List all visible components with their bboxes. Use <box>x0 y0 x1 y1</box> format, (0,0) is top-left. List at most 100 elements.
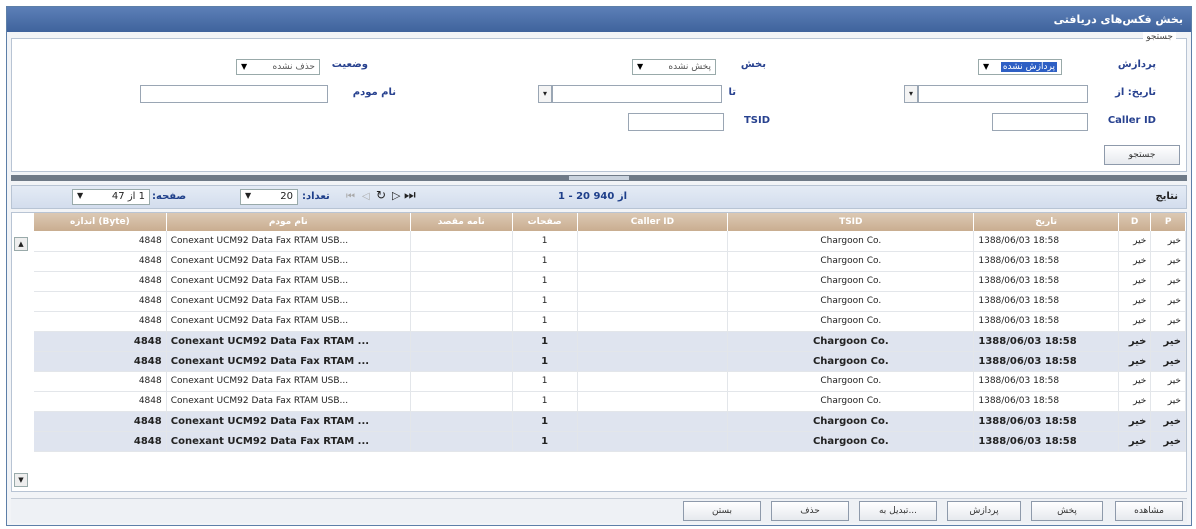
cell-callerid <box>577 391 729 412</box>
table-row[interactable]: 4848 Conexant UCM92 Data Fax RTAM ... 1 Cha… <box>34 431 1186 452</box>
delete-button[interactable]: حذف <box>771 501 849 521</box>
splitter-grip[interactable] <box>569 176 629 180</box>
view-button[interactable]: مشاهده <box>1115 501 1183 521</box>
cell-pages: 1 <box>512 431 578 452</box>
process-button[interactable]: پردازش <box>947 501 1021 521</box>
cell-callerid <box>577 311 729 332</box>
cell-callerid <box>577 231 729 252</box>
scroll-up-icon[interactable]: ▲ <box>14 237 28 251</box>
chevron-down-icon: ▼ <box>245 191 252 200</box>
table-row[interactable]: 4848 Conexant UCM92 Data Fax RTAM ... 1 Cha… <box>34 331 1186 352</box>
vertical-scrollbar[interactable]: ▲ ▼ <box>14 237 30 487</box>
callerid-input[interactable] <box>992 113 1088 131</box>
next-page-icon[interactable]: ▷ <box>392 189 400 202</box>
table-row[interactable]: 4848 Conexant UCM92 Data Fax RTAM ... 1 Cha… <box>34 411 1186 432</box>
prev-page-icon[interactable]: ◁ <box>362 191 370 202</box>
first-page-icon[interactable]: ⏮ <box>346 191 355 202</box>
cell-p: خیر <box>1150 311 1186 332</box>
last-page-icon[interactable]: ⏭ <box>404 188 416 203</box>
table-row[interactable]: 4848 Conexant UCM92 Data Fax RTAM USB... 1… <box>34 291 1186 312</box>
cell-pages: 1 <box>512 251 578 272</box>
tsid-input[interactable] <box>628 113 724 131</box>
date-from-input[interactable] <box>918 85 1088 103</box>
cell-tsid: Chargoon Co. <box>727 311 975 332</box>
cell-callerid <box>577 291 729 312</box>
page-value: 1 از 47 <box>111 191 145 202</box>
modem-input[interactable] <box>140 85 328 103</box>
cell-p: خیر <box>1150 331 1186 352</box>
col-d[interactable]: D <box>1118 213 1152 231</box>
col-modem[interactable]: نام مودم <box>166 213 411 231</box>
date-from-label: تاریخ: از <box>1115 87 1156 98</box>
cell-dest <box>410 231 513 252</box>
col-tsid[interactable]: TSID <box>727 213 975 231</box>
cell-dest <box>410 271 513 292</box>
cell-modem: Conexant UCM92 Data Fax RTAM ... <box>166 331 411 352</box>
section-label: بخش <box>740 59 766 70</box>
distribute-button[interactable]: پخش <box>1031 501 1103 521</box>
cell-tsid: Chargoon Co. <box>727 351 975 372</box>
cell-d: خیر <box>1118 231 1152 252</box>
chevron-down-icon: ▼ <box>241 62 248 71</box>
cell-size: 4848 <box>34 291 167 312</box>
cell-size: 4848 <box>34 271 167 292</box>
section-select[interactable]: پخش نشده ▼ <box>632 59 716 75</box>
date-to-picker[interactable]: ▾ <box>538 85 552 103</box>
cell-callerid <box>577 411 729 432</box>
cell-size: 4848 <box>34 371 167 392</box>
col-date[interactable]: تاریخ <box>973 213 1119 231</box>
cell-size: 4848 <box>34 231 167 252</box>
modem-label: نام مودم <box>352 87 396 98</box>
search-button[interactable]: جستجو <box>1104 145 1180 165</box>
page-select[interactable]: 1 از 47 ▼ <box>72 189 150 205</box>
cell-p: خیر <box>1150 251 1186 272</box>
refresh-icon[interactable]: ↻ <box>376 188 386 202</box>
col-p[interactable]: P <box>1150 213 1186 231</box>
table-row[interactable]: 4848 Conexant UCM92 Data Fax RTAM USB... 1… <box>34 311 1186 332</box>
convert-button[interactable]: تبدیل به... <box>859 501 937 521</box>
date-from-picker[interactable]: ▾ <box>904 85 918 103</box>
cell-date: 1388/06/03 18:58 <box>973 391 1119 412</box>
col-dest[interactable]: نامه مقصد <box>410 213 513 231</box>
cell-modem: Conexant UCM92 Data Fax RTAM USB... <box>166 311 411 332</box>
processing-select[interactable]: پردازش نشده ▼ <box>978 59 1062 75</box>
table-row[interactable]: 4848 Conexant UCM92 Data Fax RTAM USB... 1… <box>34 391 1186 412</box>
results-range: 1 - 20 از 940 <box>558 191 628 202</box>
cell-callerid <box>577 271 729 292</box>
cell-pages: 1 <box>512 291 578 312</box>
count-select[interactable]: 20 ▼ <box>240 189 298 205</box>
cell-modem: Conexant UCM92 Data Fax RTAM USB... <box>166 291 411 312</box>
processing-value: پردازش نشده <box>1000 62 1057 72</box>
fax-table: اندازه (Byte) نام مودم نامه مقصد صفحات C… <box>34 213 1186 452</box>
cell-size: 4848 <box>34 331 167 352</box>
close-button[interactable]: بستن <box>683 501 761 521</box>
table-row[interactable]: 4848 Conexant UCM92 Data Fax RTAM USB... 1… <box>34 271 1186 292</box>
table-row[interactable]: 4848 Conexant UCM92 Data Fax RTAM ... 1 Cha… <box>34 351 1186 372</box>
fax-window: بخش فکس‌های دریافتی جستجو پردازش پردازش … <box>6 6 1192 526</box>
cell-dest <box>410 351 513 372</box>
cell-p: خیر <box>1150 371 1186 392</box>
cell-date: 1388/06/03 18:58 <box>973 411 1119 432</box>
cell-callerid <box>577 351 729 372</box>
cell-d: خیر <box>1118 311 1152 332</box>
table-row[interactable]: 4848 Conexant UCM92 Data Fax RTAM USB... 1… <box>34 231 1186 252</box>
cell-pages: 1 <box>512 371 578 392</box>
table-row[interactable]: 4848 Conexant UCM92 Data Fax RTAM USB... 1… <box>34 251 1186 272</box>
cell-modem: Conexant UCM92 Data Fax RTAM ... <box>166 431 411 452</box>
tsid-label: TSID <box>743 115 770 126</box>
status-select[interactable]: حذف نشده ▼ <box>236 59 320 75</box>
cell-tsid: Chargoon Co. <box>727 371 975 392</box>
table-row[interactable]: 4848 Conexant UCM92 Data Fax RTAM USB... 1… <box>34 371 1186 392</box>
cell-size: 4848 <box>34 351 167 372</box>
panel-splitter[interactable] <box>11 175 1187 181</box>
chevron-down-icon: ▼ <box>637 62 644 71</box>
date-to-input[interactable] <box>552 85 722 103</box>
col-size[interactable]: اندازه (Byte) <box>34 213 167 231</box>
col-callerid[interactable]: Caller ID <box>577 213 729 231</box>
cell-d: خیر <box>1118 251 1152 272</box>
scroll-down-icon[interactable]: ▼ <box>14 473 28 487</box>
col-pages[interactable]: صفحات <box>512 213 578 231</box>
to-label: تا <box>728 87 736 98</box>
cell-date: 1388/06/03 18:58 <box>973 431 1119 452</box>
processing-label: پردازش <box>1117 59 1156 70</box>
